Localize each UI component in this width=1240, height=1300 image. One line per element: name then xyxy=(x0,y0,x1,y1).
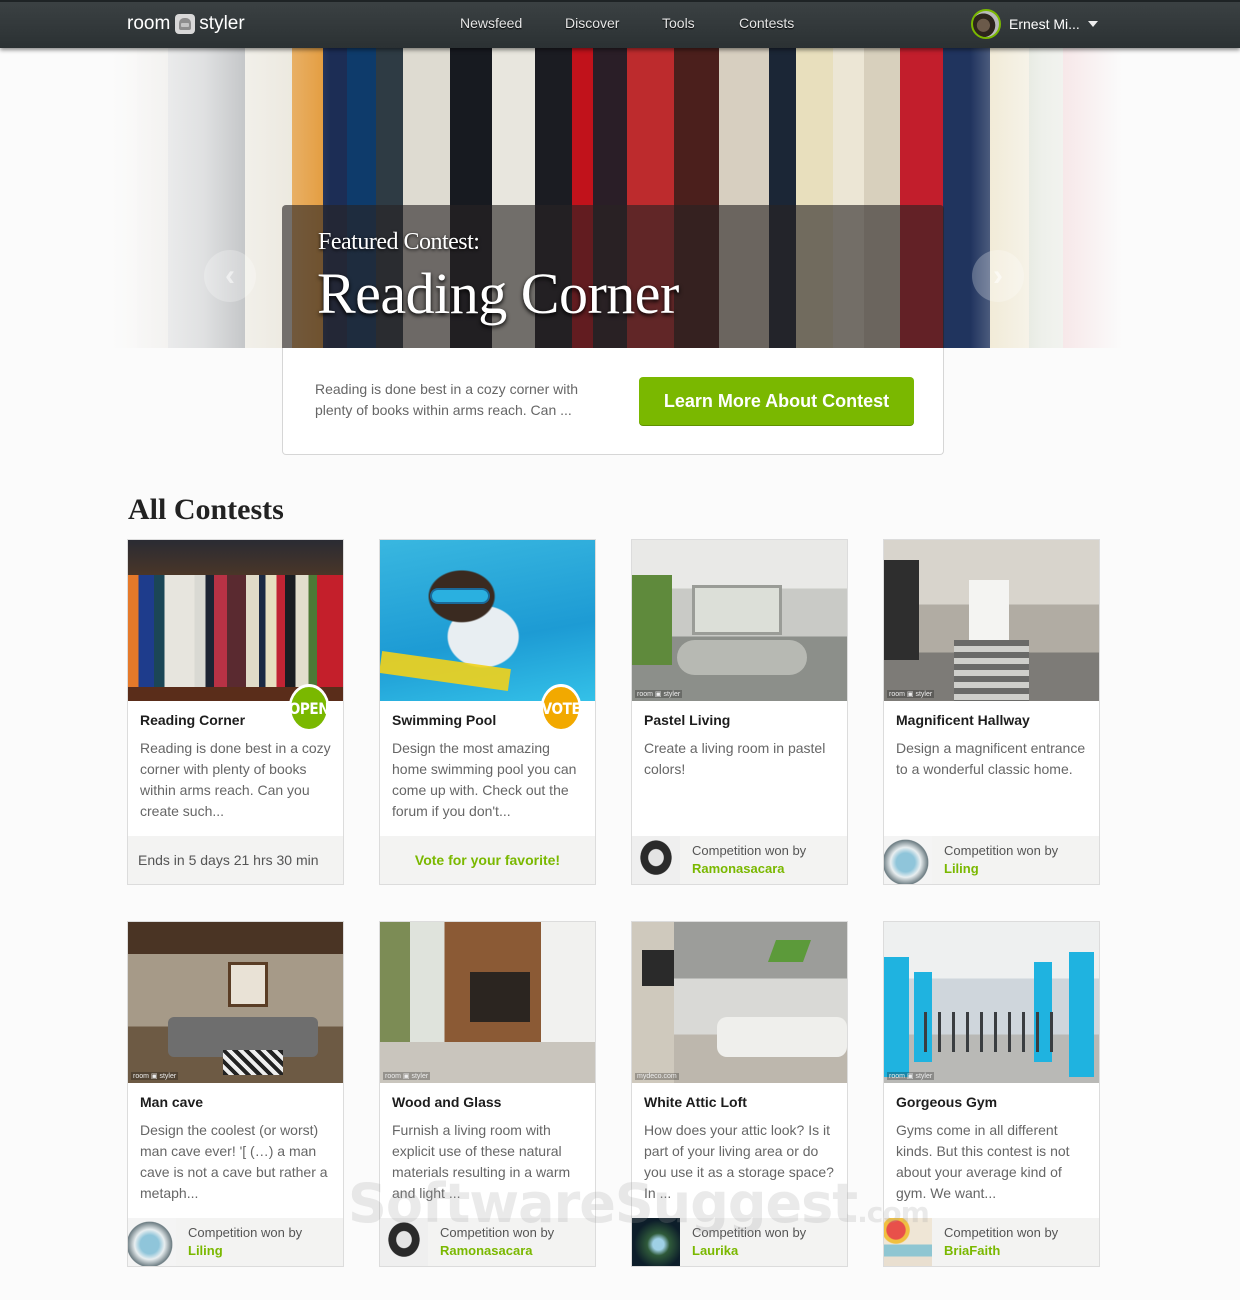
contest-description: Create a living room in pastel colors! xyxy=(644,740,826,777)
contest-card[interactable]: room ▣ styler Gorgeous Gym Gyms come in … xyxy=(883,921,1100,1267)
logo-text-room: room xyxy=(127,13,171,34)
carousel-next-icon[interactable]: › xyxy=(972,250,1024,302)
image-watermark: room ▣ styler xyxy=(635,690,683,698)
contest-title[interactable]: Man cave xyxy=(140,1094,203,1110)
user-avatar xyxy=(971,9,1001,39)
contest-card[interactable]: room ▣ styler Magnificent Hallway Design… xyxy=(883,539,1100,885)
nav-contests[interactable]: Contests xyxy=(739,15,794,31)
winner-name-link[interactable]: Laurika xyxy=(692,1243,738,1258)
contest-footer: Competition won by Liling xyxy=(884,836,1099,884)
contest-card[interactable]: mydeco.com White Attic Loft How does you… xyxy=(631,921,848,1267)
user-name: Ernest Mi... xyxy=(1009,16,1080,32)
contest-title[interactable]: Gorgeous Gym xyxy=(896,1094,997,1110)
user-menu[interactable]: Ernest Mi... xyxy=(971,9,1098,39)
learn-more-button[interactable]: Learn More About Contest xyxy=(639,377,914,425)
contest-card[interactable]: room ▣ styler Wood and Glass Furnish a l… xyxy=(379,921,596,1267)
competition-won-label: Competition won by xyxy=(944,843,1059,858)
contest-thumbnail[interactable]: room ▣ styler xyxy=(884,540,1099,701)
contest-description: Furnish a living room with explicit use … xyxy=(392,1122,571,1201)
contest-footer: Competition won by Liling xyxy=(128,1218,343,1266)
logo-text-styler: styler xyxy=(199,13,245,34)
contest-description: Reading is done best in a cozy corner wi… xyxy=(140,740,331,819)
winner-name-link[interactable]: Ramonasacara xyxy=(692,861,785,876)
winner-avatar[interactable] xyxy=(380,1218,428,1266)
competition-won-label: Competition won by xyxy=(944,1225,1059,1240)
nav-tools[interactable]: Tools xyxy=(662,15,695,31)
contest-thumbnail[interactable] xyxy=(380,540,595,701)
roomstyler-logo[interactable]: room styler xyxy=(127,12,245,36)
top-navigation-bar: room styler Newsfeed Discover Tools Cont… xyxy=(0,0,1240,48)
competition-won-label: Competition won by xyxy=(440,1225,555,1240)
contest-footer: Ends in 5 days 21 hrs 30 min xyxy=(128,836,343,884)
contest-footer: Competition won by BriaFaith xyxy=(884,1218,1099,1266)
time-remaining: Ends in 5 days 21 hrs 30 min xyxy=(138,852,319,868)
contest-description: Design the most amazing home swimming po… xyxy=(392,740,577,819)
contest-card[interactable]: OPEN Reading Corner Reading is done best… xyxy=(127,539,344,885)
featured-contest-title[interactable]: Reading Corner xyxy=(317,260,679,327)
contest-description: Design a magnificent entrance to a wonde… xyxy=(896,740,1086,777)
contest-footer: Competition won by Laurika xyxy=(632,1218,847,1266)
image-watermark: room ▣ styler xyxy=(887,690,935,698)
winner-avatar[interactable] xyxy=(884,836,932,884)
contest-title[interactable]: Reading Corner xyxy=(140,712,245,728)
winner-avatar[interactable] xyxy=(128,1218,176,1266)
vote-for-favorite-link[interactable]: Vote for your favorite! xyxy=(380,852,595,868)
carousel-prev-icon[interactable]: ‹ xyxy=(204,250,256,302)
image-watermark: room ▣ styler xyxy=(131,1072,179,1080)
banner-fade-right xyxy=(970,48,1130,348)
contest-thumbnail[interactable]: room ▣ styler xyxy=(884,922,1099,1083)
winner-name-link[interactable]: Liling xyxy=(944,861,979,876)
contest-card[interactable]: room ▣ styler Man cave Design the cooles… xyxy=(127,921,344,1267)
winner-name-link[interactable]: BriaFaith xyxy=(944,1243,1000,1258)
featured-contest-details: Reading is done best in a cozy corner wi… xyxy=(282,348,944,455)
contest-thumbnail[interactable]: room ▣ styler xyxy=(632,540,847,701)
status-badge-open: OPEN xyxy=(288,684,330,732)
contest-title[interactable]: Wood and Glass xyxy=(392,1094,501,1110)
nav-newsfeed[interactable]: Newsfeed xyxy=(460,15,522,31)
winner-name-link[interactable]: Ramonasacara xyxy=(440,1243,533,1258)
contest-card[interactable]: room ▣ styler Pastel Living Create a liv… xyxy=(631,539,848,885)
nav-discover[interactable]: Discover xyxy=(565,15,619,31)
competition-won-label: Competition won by xyxy=(188,1225,303,1240)
competition-won-label: Competition won by xyxy=(692,843,807,858)
contest-thumbnail[interactable]: mydeco.com xyxy=(632,922,847,1083)
contest-footer: Vote for your favorite! xyxy=(380,836,595,884)
featured-contest-label: Featured Contest: xyxy=(318,229,480,255)
contest-footer: Competition won by Ramonasacara xyxy=(380,1218,595,1266)
image-watermark: room ▣ styler xyxy=(887,1072,935,1080)
competition-won-label: Competition won by xyxy=(692,1225,807,1240)
featured-contest-overlay: Featured Contest: Reading Corner xyxy=(282,205,944,348)
contest-title[interactable]: Swimming Pool xyxy=(392,712,496,728)
contest-title[interactable]: White Attic Loft xyxy=(644,1094,747,1110)
winner-avatar[interactable] xyxy=(632,836,680,884)
image-watermark: mydeco.com xyxy=(635,1073,679,1080)
contest-description: Gyms come in all different kinds. But th… xyxy=(896,1122,1070,1201)
contest-footer: Competition won by Ramonasacara xyxy=(632,836,847,884)
contest-thumbnail[interactable]: room ▣ styler xyxy=(128,922,343,1083)
contest-description: How does your attic look? Is it part of … xyxy=(644,1122,834,1201)
status-badge-vote: VOTE xyxy=(540,684,582,732)
winner-avatar[interactable] xyxy=(884,1218,932,1266)
winner-avatar[interactable] xyxy=(632,1218,680,1266)
featured-contest-description: Reading is done best in a cozy corner wi… xyxy=(315,381,579,418)
contest-thumbnail[interactable] xyxy=(128,540,343,701)
image-watermark: room ▣ styler xyxy=(383,1072,431,1080)
armchair-icon xyxy=(175,14,196,34)
contest-description: Design the coolest (or worst) man cave e… xyxy=(140,1122,328,1201)
contest-thumbnail[interactable]: room ▣ styler xyxy=(380,922,595,1083)
contest-title[interactable]: Pastel Living xyxy=(644,712,730,728)
contest-card[interactable]: VOTE Swimming Pool Design the most amazi… xyxy=(379,539,596,885)
all-contests-heading: All Contests xyxy=(128,493,284,526)
contest-title[interactable]: Magnificent Hallway xyxy=(896,712,1030,728)
winner-name-link[interactable]: Liling xyxy=(188,1243,223,1258)
chevron-down-icon xyxy=(1087,21,1098,27)
